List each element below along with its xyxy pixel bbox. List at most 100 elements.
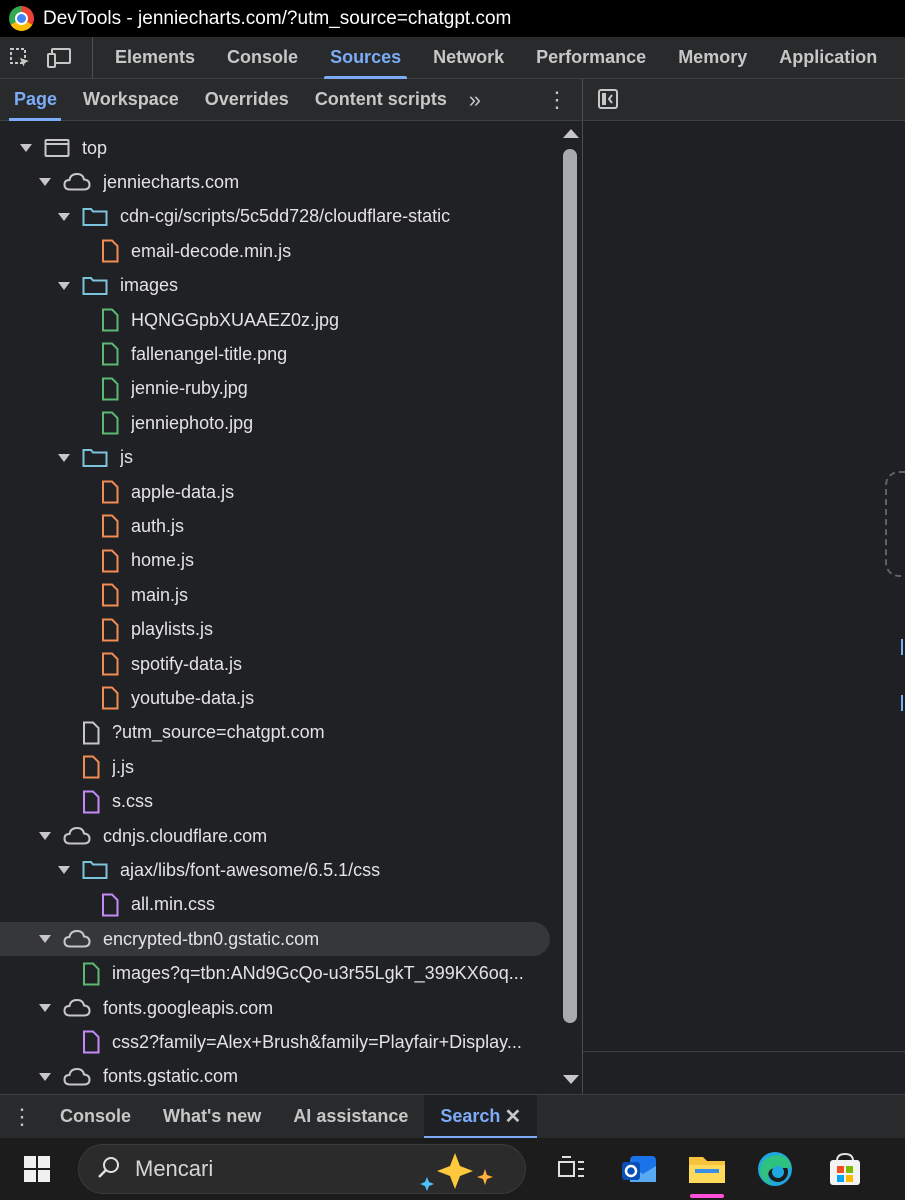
subtab-workspace[interactable]: Workspace: [70, 79, 192, 121]
expand-caret-icon[interactable]: [58, 453, 70, 462]
tree-item-js[interactable]: j.js: [0, 750, 550, 784]
tree-item-label: css2?family=Alex+Brush&family=Playfair+D…: [112, 1031, 522, 1052]
navigator-tabs: Page Workspace Overrides Content scripts: [0, 79, 460, 121]
taskbar-search-box[interactable]: Mencari: [78, 1144, 526, 1194]
tree-item-cloud[interactable]: cdnjs.cloudflare.com: [0, 819, 550, 853]
js-file-icon: [101, 583, 119, 607]
tab-elements[interactable]: Elements: [99, 37, 211, 79]
js-file-icon: [101, 514, 119, 538]
subtab-overrides[interactable]: Overrides: [192, 79, 302, 121]
tab-sources[interactable]: Sources: [314, 37, 417, 79]
scroll-up-arrow-icon[interactable]: [563, 129, 579, 138]
tree-item-css[interactable]: s.css: [0, 785, 550, 819]
tree-item-label: HQNGGpbXUAAEZ0z.jpg: [131, 309, 340, 330]
tree-item-img[interactable]: jennie-ruby.jpg: [0, 372, 550, 406]
tree-item-frame[interactable]: top: [0, 131, 550, 165]
tree-item-cloud[interactable]: encrypted-tbn0.gstatic.com: [0, 922, 550, 957]
image-file-icon: [101, 377, 119, 401]
tree-item-label: ?utm_source=chatgpt.com: [112, 722, 325, 743]
expand-caret-icon[interactable]: [58, 866, 70, 875]
tree-item-cloud[interactable]: jenniecharts.com: [0, 165, 550, 199]
drawer-menu-kebab-icon[interactable]: ⋮: [0, 1104, 44, 1130]
devtools-main-tabbar: Elements Console Sources Network Performance…: [0, 36, 905, 79]
tree-item-js[interactable]: youtube-data.js: [0, 681, 550, 715]
tree-item-img[interactable]: images?q=tbn:ANd9GcQo-u3r55LgkT_399KX6oq…: [0, 957, 550, 991]
toggle-navigator-sidebar-icon[interactable]: [597, 88, 619, 115]
more-tabs-chevron-icon[interactable]: »: [460, 87, 490, 113]
drawer-tab-ai-assistance[interactable]: AI assistance: [277, 1095, 424, 1139]
tab-performance[interactable]: Performance: [520, 37, 662, 79]
drawer-tab-label: AI assistance: [293, 1106, 409, 1126]
close-icon[interactable]: ✕: [504, 1104, 521, 1129]
expand-caret-icon[interactable]: [39, 1072, 51, 1081]
tree-item-js[interactable]: spotify-data.js: [0, 647, 550, 681]
tree-item-label: fallenangel-title.png: [131, 343, 288, 364]
tree-item-folder[interactable]: js: [0, 441, 550, 475]
tree-item-img[interactable]: jenniephoto.jpg: [0, 406, 550, 440]
tree-item-label: fonts.googleapis.com: [103, 997, 274, 1018]
file-tree-scrollbar[interactable]: [560, 121, 582, 1094]
tab-console[interactable]: Console: [211, 37, 314, 79]
tree-item-js[interactable]: apple-data.js: [0, 475, 550, 509]
folder-icon: [82, 276, 108, 296]
task-view-icon[interactable]: [542, 1138, 600, 1200]
file-explorer-icon[interactable]: [678, 1138, 736, 1200]
tree-item-label: youtube-data.js: [131, 687, 255, 708]
tree-item-label: jennie-ruby.jpg: [131, 378, 248, 399]
tree-item-label: top: [82, 137, 108, 158]
subtab-page[interactable]: Page: [0, 79, 70, 121]
tree-item-css[interactable]: all.min.css: [0, 888, 550, 922]
tree-item-js[interactable]: main.js: [0, 578, 550, 612]
tree-item-folder[interactable]: ajax/libs/font-awesome/6.5.1/css: [0, 853, 550, 887]
expand-caret-icon[interactable]: [39, 1004, 51, 1012]
tree-item-cloud[interactable]: fonts.gstatic.com: [0, 1060, 550, 1094]
tree-item-js[interactable]: home.js: [0, 544, 550, 578]
cloud-icon: [63, 998, 91, 1018]
tree-item-label: encrypted-tbn0.gstatic.com: [103, 928, 320, 949]
outlook-icon[interactable]: [610, 1138, 668, 1200]
drawer-tab-what-s-new[interactable]: What's new: [147, 1095, 277, 1139]
editor-pane: [582, 121, 905, 1094]
tree-item-js[interactable]: email-decode.min.js: [0, 234, 550, 268]
expand-caret-icon[interactable]: [39, 178, 51, 187]
tab-memory[interactable]: Memory: [662, 37, 763, 79]
tree-item-js[interactable]: auth.js: [0, 509, 550, 543]
device-toolbar-icon[interactable]: [40, 37, 80, 79]
tree-item-label: s.css: [112, 791, 154, 812]
navigator-menu-kebab-icon[interactable]: ⋮: [546, 87, 568, 113]
subtab-content-scripts[interactable]: Content scripts: [302, 79, 460, 121]
expand-caret-icon[interactable]: [39, 832, 51, 840]
tab-application[interactable]: Application: [763, 37, 893, 79]
css-file-icon: [101, 893, 119, 917]
tree-item-cloud[interactable]: fonts.googleapis.com: [0, 991, 550, 1025]
drawer-tab-label: What's new: [163, 1106, 262, 1126]
tree-item-js[interactable]: playlists.js: [0, 613, 550, 647]
tree-item-label: email-decode.min.js: [131, 240, 292, 261]
image-file-icon: [101, 342, 119, 366]
drawer-tab-console[interactable]: Console: [44, 1095, 147, 1139]
tree-item-css[interactable]: css2?family=Alex+Brush&family=Playfair+D…: [0, 1025, 550, 1059]
scrollbar-thumb[interactable]: [563, 149, 577, 1023]
main-tabs: Elements Console Sources Network Performance…: [92, 36, 893, 79]
css-file-icon: [82, 1030, 100, 1054]
microsoft-store-icon[interactable]: [816, 1138, 874, 1200]
drawer-tab-search[interactable]: Search ✕: [424, 1094, 538, 1139]
windows-start-icon[interactable]: [6, 1138, 68, 1200]
js-file-icon: [101, 686, 119, 710]
expand-caret-icon[interactable]: [20, 144, 32, 152]
tree-item-img[interactable]: fallenangel-title.png: [0, 337, 550, 371]
tree-item-folder[interactable]: images: [0, 269, 550, 303]
tree-item-folder[interactable]: cdn-cgi/scripts/5c5dd728/cloudflare-stat…: [0, 200, 550, 234]
tree-item-doc[interactable]: ?utm_source=chatgpt.com: [0, 716, 550, 750]
tree-item-label: playlists.js: [131, 619, 214, 640]
inspect-element-icon[interactable]: [0, 37, 40, 79]
edge-browser-icon[interactable]: [746, 1138, 804, 1200]
expand-caret-icon[interactable]: [39, 935, 51, 944]
tree-item-img[interactable]: HQNGGpbXUAAEZ0z.jpg: [0, 303, 550, 337]
tree-item-label: cdn-cgi/scripts/5c5dd728/cloudflare-stat…: [120, 206, 451, 227]
window-titlebar: DevTools - jenniecharts.com/?utm_source=…: [0, 0, 905, 37]
scroll-down-arrow-icon[interactable]: [563, 1075, 579, 1084]
expand-caret-icon[interactable]: [58, 281, 70, 290]
expand-caret-icon[interactable]: [58, 212, 70, 221]
tab-network[interactable]: Network: [417, 37, 520, 79]
